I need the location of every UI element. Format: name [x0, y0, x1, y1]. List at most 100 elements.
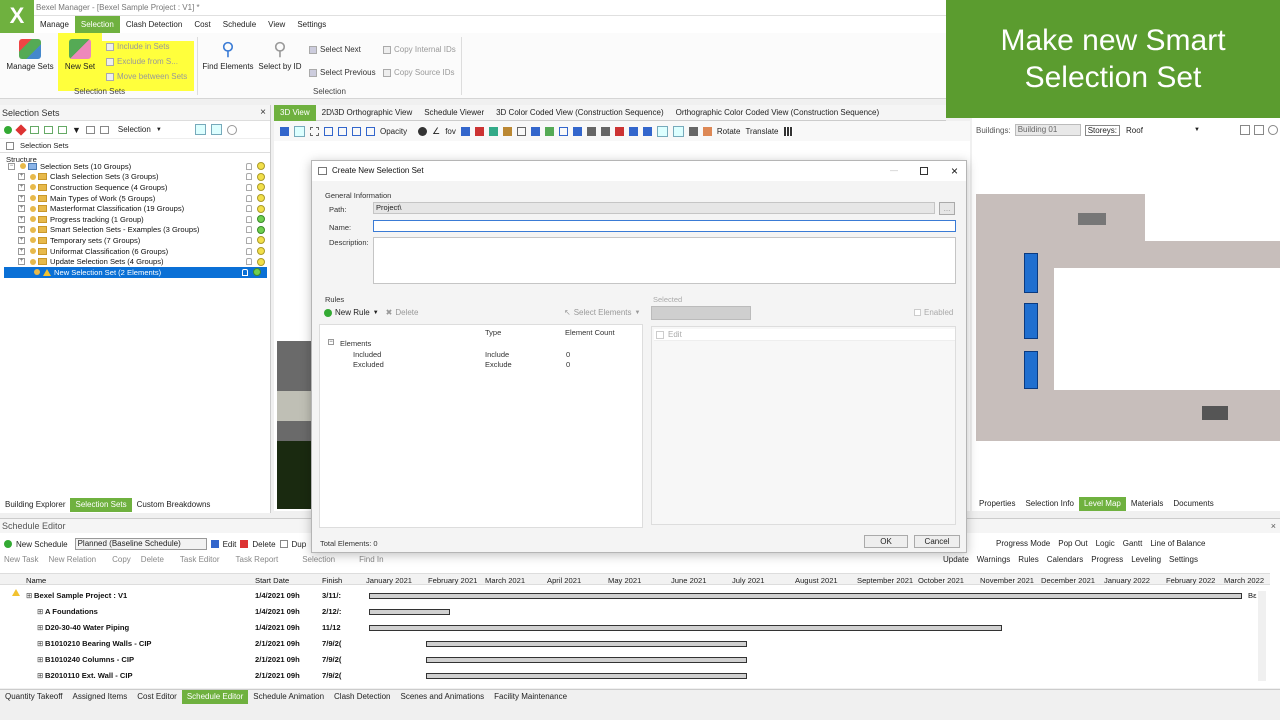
lock-icon[interactable]	[246, 215, 252, 223]
tab-selection-info[interactable]: Selection Info	[1020, 497, 1078, 511]
schedule-select[interactable]: Planned (Baseline Schedule)	[74, 538, 207, 550]
tab-schedule-animation[interactable]: Schedule Animation	[248, 690, 329, 704]
copy-internal-ids-button[interactable]: Copy Internal IDs	[383, 45, 456, 54]
tree-icon[interactable]	[30, 125, 39, 134]
expand-icon[interactable]: +	[18, 226, 25, 234]
move-between-sets-button[interactable]: Move between Sets	[106, 72, 187, 81]
building-select[interactable]: Building 01	[1014, 124, 1081, 136]
cancel-button[interactable]: Cancel	[914, 535, 960, 548]
level-map-viewport[interactable]: Buildings: Building 01 Storeys: Roof ▼	[972, 118, 1280, 511]
select-next-button[interactable]: Select Next	[309, 45, 361, 54]
duplicate-schedule-button[interactable]: Dup	[292, 540, 307, 549]
menu-clash-detection[interactable]: Clash Detection	[120, 16, 188, 33]
tree-node[interactable]: + Masterformat Classification (19 Groups)	[0, 203, 271, 214]
orbit-icon[interactable]	[628, 126, 638, 136]
selection-dropdown[interactable]: Selection	[302, 555, 335, 564]
task-name[interactable]: B1010240 Columns - CIP	[45, 655, 134, 664]
include-in-sets-button[interactable]: Include in Sets	[106, 42, 169, 51]
tree-node[interactable]: + Progress tracking (1 Group)	[0, 214, 271, 225]
section-icon[interactable]	[460, 126, 470, 136]
subtab-selection-sets[interactable]: Selection Sets	[0, 139, 270, 153]
fit-icon[interactable]	[1239, 125, 1250, 135]
add-icon[interactable]	[4, 125, 12, 134]
tree-node[interactable]: + Temporary sets (7 Groups)	[0, 235, 271, 246]
expand-icon[interactable]: ⊞	[37, 623, 43, 632]
expand-icon[interactable]: ⊞	[26, 591, 32, 600]
new-task-button[interactable]: New Task	[4, 555, 39, 564]
fov-button[interactable]: fov	[445, 127, 456, 136]
organize-icon[interactable]	[58, 125, 67, 134]
pin-icon[interactable]	[572, 126, 582, 136]
zoom-icon[interactable]	[600, 126, 610, 136]
gantt-bar[interactable]	[426, 641, 747, 647]
lock-icon[interactable]	[246, 205, 252, 213]
gantt-bar[interactable]	[426, 673, 747, 679]
visibility-icon[interactable]	[257, 183, 265, 192]
render-icon[interactable]	[544, 126, 554, 136]
selection-dropdown[interactable]: Selection	[118, 125, 151, 134]
filter-icon[interactable]: ▼	[72, 125, 81, 135]
exclude-from-sets-button[interactable]: Exclude from S...	[106, 57, 178, 66]
expand-icon[interactable]: ⊞	[37, 671, 43, 680]
elements-node[interactable]: Elements	[340, 339, 371, 348]
selected-window[interactable]	[1024, 303, 1038, 339]
tab-facility-maintenance[interactable]: Facility Maintenance	[489, 690, 572, 704]
tab-building-explorer[interactable]: Building Explorer	[0, 498, 70, 512]
expand-icon[interactable]: +	[18, 205, 25, 213]
ok-button[interactable]: OK	[864, 535, 908, 548]
selected-window[interactable]	[1024, 351, 1038, 389]
selected-window[interactable]	[1024, 253, 1038, 293]
included-node[interactable]: Included	[353, 350, 381, 359]
sync-icon[interactable]	[210, 124, 222, 135]
lock-icon[interactable]	[246, 258, 252, 266]
browse-button[interactable]: ...	[939, 202, 955, 215]
tab-documents[interactable]: Documents	[1168, 497, 1218, 511]
menu-view[interactable]: View	[262, 16, 291, 33]
find-elements-button[interactable]: ⚲ Find Elements	[202, 33, 254, 71]
lock-icon[interactable]	[242, 268, 248, 276]
cube-icon[interactable]	[324, 126, 333, 136]
task-name[interactable]: Bexel Sample Project : V1	[34, 591, 127, 600]
expand-icon[interactable]: +	[18, 247, 25, 255]
box-select-icon[interactable]	[310, 126, 319, 136]
tab-3d-color-coded[interactable]: 3D Color Coded View (Construction Sequen…	[490, 105, 670, 121]
pointer-icon[interactable]	[294, 125, 305, 137]
menu-selection[interactable]: Selection	[74, 16, 120, 33]
column-header-count[interactable]: Element Count	[565, 328, 615, 337]
close-icon[interactable]: ×	[260, 105, 266, 121]
visibility-icon[interactable]	[253, 268, 261, 277]
line-of-balance-button[interactable]: Line of Balance	[1150, 539, 1205, 548]
paint-icon[interactable]	[502, 126, 512, 136]
tab-scenes-animations[interactable]: Scenes and Animations	[396, 690, 490, 704]
column-header-name[interactable]: Name	[26, 576, 46, 585]
rules-dropdown[interactable]: Rules	[1018, 555, 1038, 564]
grid-icon[interactable]	[530, 126, 540, 136]
enabled-checkbox[interactable]: Enabled	[914, 308, 953, 317]
expand-icon[interactable]: +	[18, 215, 25, 223]
delete-schedule-button[interactable]: Delete	[252, 540, 275, 549]
tab-selection-sets[interactable]: Selection Sets	[70, 498, 132, 512]
expand-icon[interactable]: +	[18, 173, 25, 181]
expand-icon[interactable]: +	[18, 183, 25, 191]
tree-node[interactable]: + Clash Selection Sets (3 Groups)	[0, 172, 271, 183]
tab-schedule-editor[interactable]: Schedule Editor	[181, 689, 249, 704]
menu-cost[interactable]: Cost	[188, 16, 216, 33]
tree-node[interactable]: + Update Selection Sets (4 Groups)	[0, 256, 271, 267]
navigate-icon[interactable]	[280, 126, 289, 136]
visibility-icon[interactable]	[257, 162, 265, 171]
selected-rule-dropdown[interactable]	[651, 306, 751, 320]
lock-icon[interactable]	[246, 236, 252, 244]
tab-quantity-takeoff[interactable]: Quantity Takeoff	[0, 690, 68, 704]
expand-icon[interactable]: ⊞	[37, 655, 43, 664]
expand-icon[interactable]: ⊞	[37, 607, 43, 616]
description-textarea[interactable]	[373, 237, 956, 284]
expand-icon[interactable]: +	[18, 194, 25, 202]
lock-icon[interactable]	[246, 194, 252, 202]
task-name[interactable]: D20-30-40 Water Piping	[45, 623, 129, 632]
visibility-icon[interactable]	[257, 257, 265, 266]
rotate-dropdown[interactable]: Rotate	[717, 127, 741, 136]
translate-dropdown[interactable]: Translate	[745, 127, 778, 136]
look-icon[interactable]	[688, 126, 698, 136]
delete-task-button[interactable]: Delete	[141, 555, 164, 564]
tab-orthographic-view[interactable]: 2D\3D Orthographic View	[316, 105, 419, 121]
